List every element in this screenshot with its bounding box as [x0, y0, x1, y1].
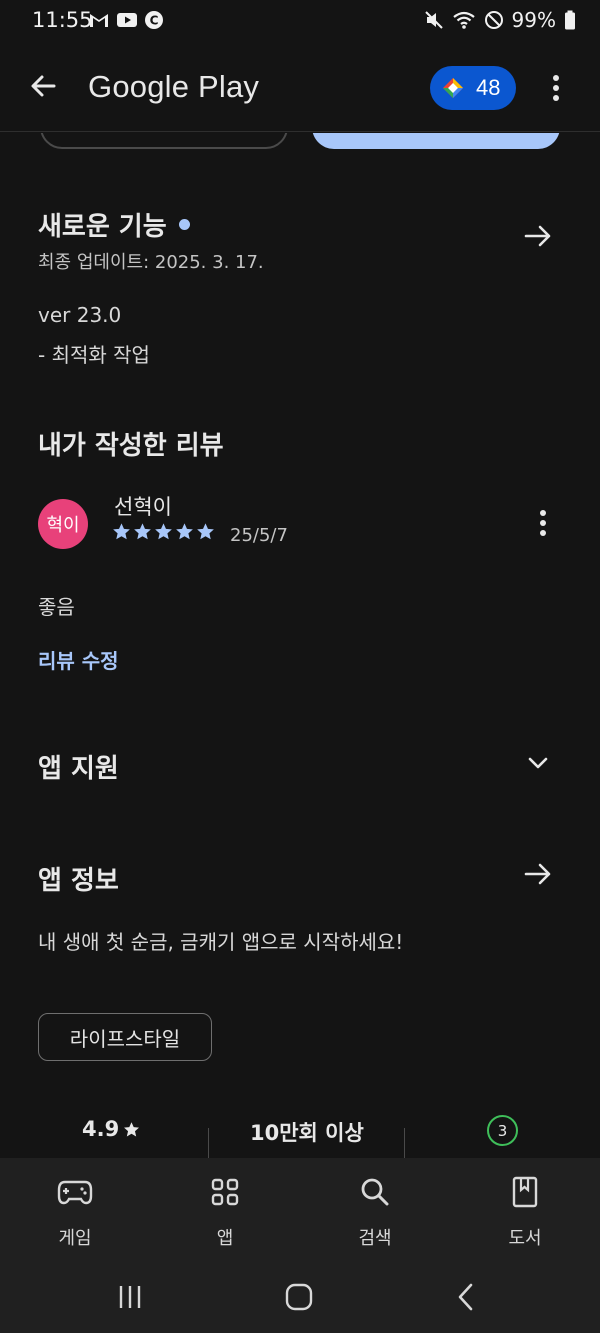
recents-icon — [119, 1286, 141, 1308]
new-indicator-dot — [178, 219, 190, 230]
star-icon — [113, 523, 130, 540]
stats-row: 4.9 10만회 이상 3 — [0, 1100, 600, 1158]
status-icons-left: C — [88, 10, 164, 30]
top-app-bar: Google Play 48 — [0, 44, 600, 132]
play-points-icon — [443, 78, 463, 98]
status-icons-right: 99% — [424, 8, 576, 32]
nav-item-apps[interactable]: 앱 — [165, 1158, 285, 1260]
more-options-button[interactable] — [540, 68, 572, 108]
whats-new-title: 새로운 기능 — [38, 212, 167, 242]
change-note: - 최적화 작업 — [38, 343, 150, 367]
secondary-action-button[interactable] — [40, 133, 288, 149]
arrow-back-icon — [31, 75, 56, 97]
age-rating-badge: 3 — [487, 1115, 518, 1146]
status-time: 11:55 — [32, 8, 93, 32]
nav-label: 검색 — [358, 1228, 392, 1249]
play-points-chip[interactable]: 48 — [430, 66, 516, 110]
home-button[interactable] — [284, 1282, 314, 1312]
last-updated: 최종 업데이트: 2025. 3. 17. — [38, 252, 264, 273]
nav-item-search[interactable]: 검색 — [315, 1158, 435, 1260]
chevron-left-icon — [458, 1283, 473, 1311]
stat-downloads: 10만회 이상 — [250, 1121, 364, 1145]
home-icon — [285, 1283, 313, 1311]
nav-label: 앱 — [216, 1228, 234, 1249]
primary-action-button[interactable] — [312, 133, 560, 149]
nav-item-games[interactable]: 게임 — [15, 1158, 135, 1260]
about-app-title[interactable]: 앱 정보 — [38, 860, 119, 897]
back-button[interactable] — [24, 66, 64, 106]
battery-percent: 99% — [511, 8, 556, 32]
app-title: Google Play — [88, 69, 260, 104]
whats-new-arrow-button[interactable] — [520, 218, 556, 254]
stat-divider — [404, 1128, 405, 1158]
star-icon — [134, 523, 151, 540]
more-vert-icon — [553, 75, 559, 101]
version-text: ver 23.0 — [38, 303, 122, 327]
bottom-navigation: 게임 앱 검색 도서 — [0, 1158, 600, 1260]
arrow-forward-icon — [524, 863, 551, 885]
nav-label: 게임 — [58, 1228, 92, 1249]
play-points-count: 48 — [476, 75, 501, 100]
more-vert-icon — [540, 510, 546, 536]
nav-item-books[interactable]: 도서 — [465, 1158, 585, 1260]
star-rating — [112, 522, 215, 541]
star-icon — [176, 523, 193, 540]
mute-icon — [424, 11, 443, 29]
search-icon — [355, 1172, 395, 1212]
youtube-icon — [117, 13, 137, 27]
rating-value: 4.9 — [82, 1117, 120, 1141]
chevron-down-icon — [528, 757, 548, 769]
gmail-icon — [90, 14, 108, 27]
status-bar: 11:55 C 99% — [0, 0, 600, 44]
my-review-title: 내가 작성한 리뷰 — [38, 431, 224, 461]
reviewer-name: 선혁이 — [114, 495, 172, 519]
apps-grid-icon — [205, 1172, 245, 1212]
review-more-button[interactable] — [528, 506, 558, 542]
system-back-button[interactable] — [452, 1282, 482, 1312]
about-arrow-button[interactable] — [520, 856, 556, 892]
category-chip[interactable]: 라이프스타일 — [38, 1013, 212, 1061]
stat-rating: 4.9 — [82, 1117, 140, 1141]
review-text: 좋음 — [38, 595, 75, 619]
scrolled-buttons-area — [0, 133, 600, 153]
recent-apps-button[interactable] — [116, 1282, 146, 1312]
whats-new-header[interactable]: 새로운 기능 — [38, 206, 190, 243]
gamepad-icon — [55, 1172, 95, 1212]
edit-review-link[interactable]: 리뷰 수정 — [38, 645, 119, 674]
arrow-forward-icon — [524, 225, 551, 247]
wifi-icon — [452, 11, 475, 29]
star-icon — [197, 523, 214, 540]
battery-icon — [565, 10, 575, 30]
avatar: 혁이 — [38, 499, 88, 549]
c-icon: C — [145, 11, 163, 29]
app-support-title[interactable]: 앱 지원 — [38, 748, 119, 785]
stat-divider — [208, 1128, 209, 1158]
about-description: 내 생애 첫 순금, 금캐기 앱으로 시작하세요! — [38, 930, 404, 954]
book-icon — [505, 1172, 545, 1212]
star-icon — [124, 1121, 140, 1136]
review-date: 25/5/7 — [230, 525, 288, 546]
svg-text:C: C — [150, 14, 159, 28]
dnd-icon — [484, 11, 503, 29]
app-support-expand-button[interactable] — [520, 745, 556, 781]
star-icon — [155, 523, 172, 540]
system-navigation-bar — [0, 1260, 600, 1333]
nav-label: 도서 — [508, 1228, 542, 1249]
